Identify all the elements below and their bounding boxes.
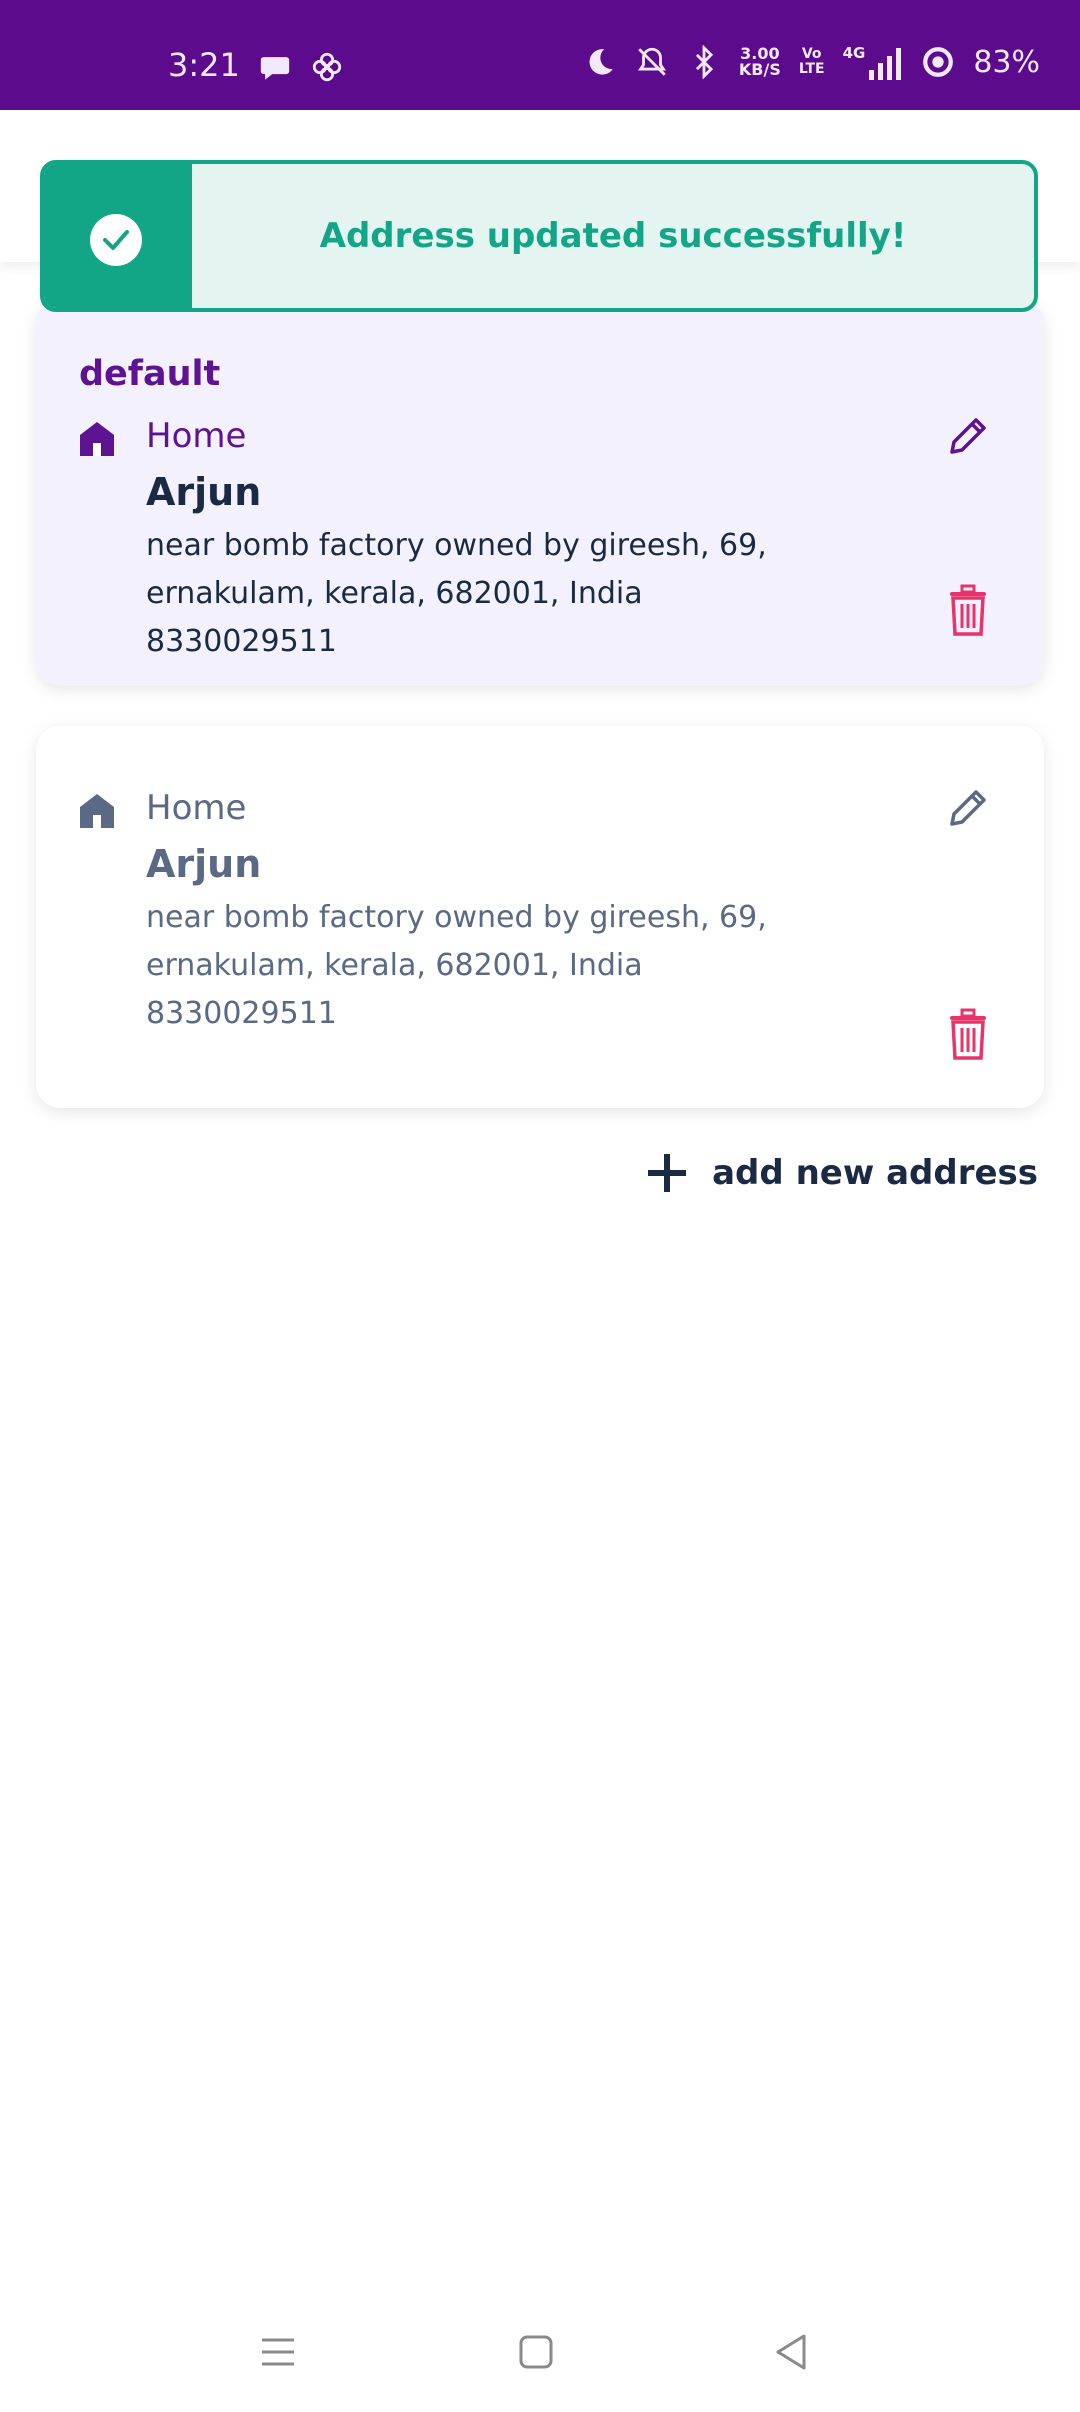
bell-off-icon [637, 47, 666, 76]
add-address-button[interactable]: add new address [646, 1152, 1038, 1194]
status-bar: 3:21 3.00 KB/S Vo LTE 4G 83% [0, 0, 1080, 110]
pinwheel-icon [312, 52, 342, 82]
volte-bottom: LTE [798, 61, 825, 77]
plus-icon [648, 1154, 687, 1192]
address-card-default[interactable]: default Home Arjun near bomb factory own… [36, 300, 1044, 686]
address-line-1: near bomb factory owned by gireesh, 69, [146, 528, 767, 563]
default-badge: default [79, 354, 221, 394]
edit-pencil-icon[interactable] [944, 784, 992, 832]
edit-pencil-icon[interactable] [944, 412, 992, 460]
success-toast: Address updated successfully! [40, 160, 1038, 312]
delete-trash-icon[interactable] [944, 584, 992, 638]
address-line-2: ernakulam, kerala, 682001, India [146, 576, 643, 611]
status-right-icons: 3.00 KB/S Vo LTE 4G 83% [583, 44, 1040, 80]
delete-trash-icon[interactable] [944, 1008, 992, 1062]
status-time: 3:21 [168, 46, 240, 84]
network-type: 4G [842, 44, 866, 62]
system-nav-bar [0, 2302, 1080, 2412]
home-icon [80, 422, 114, 456]
address-card[interactable]: Home Arjun near bomb factory owned by gi… [36, 726, 1044, 1108]
moon-icon [589, 49, 613, 75]
address-line-2: ernakulam, kerala, 682001, India [146, 948, 643, 983]
address-line-1: near bomb factory owned by gireesh, 69, [146, 900, 767, 935]
volte-top: Vo [801, 46, 822, 62]
home-icon [80, 794, 114, 828]
status-notification-icons [258, 50, 344, 84]
back-triangle-icon[interactable] [770, 2330, 814, 2374]
toast-icon-box [44, 164, 192, 308]
bluetooth-icon [695, 45, 713, 79]
net-speed-unit: KB/S [738, 60, 781, 79]
address-type: Home [146, 416, 247, 456]
menu-icon[interactable] [256, 2330, 300, 2374]
home-square-icon[interactable] [514, 2330, 558, 2374]
battery-percent: 83% [973, 44, 1040, 80]
signal-indicator: 4G [843, 44, 904, 80]
address-name: Arjun [146, 470, 262, 514]
address-phone: 8330029511 [146, 624, 337, 659]
volte-indicator: Vo LTE [799, 47, 825, 77]
address-phone: 8330029511 [146, 996, 337, 1031]
add-address-label: add new address [712, 1153, 1038, 1193]
battery-ring-icon [923, 47, 954, 77]
toast-message: Address updated successfully! [319, 216, 907, 256]
address-name: Arjun [146, 842, 262, 886]
signal-bars-icon [869, 48, 902, 80]
address-type: Home [146, 788, 247, 828]
net-speed-indicator: 3.00 KB/S [739, 46, 781, 78]
check-circle-icon [90, 214, 142, 266]
chat-bubble-icon [260, 57, 290, 80]
